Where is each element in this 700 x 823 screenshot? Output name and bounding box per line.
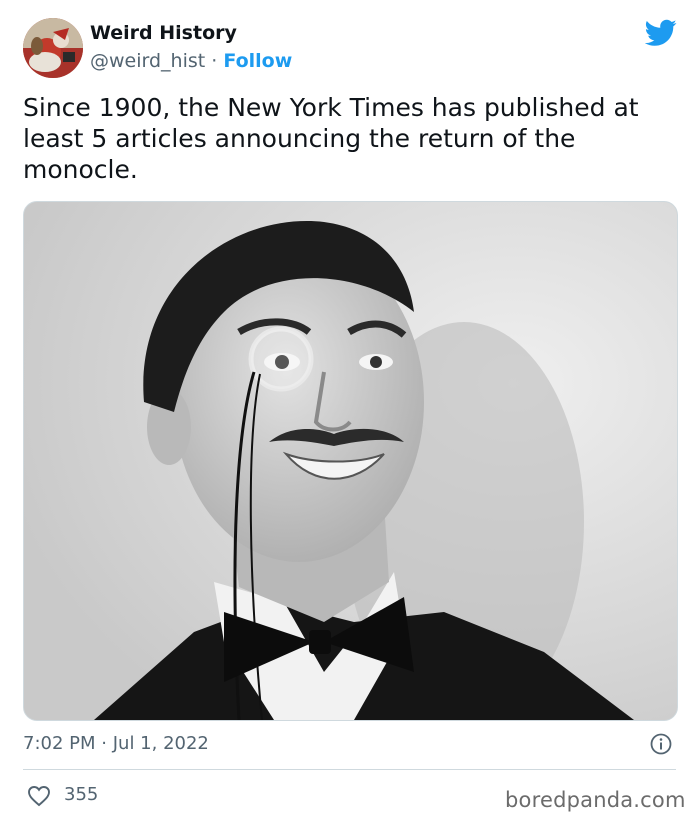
tweet-card: Weird History @weird_hist · Follow Since… [0,0,700,823]
timestamp-separator: · [101,733,107,754]
avatar-santa-icon [23,18,83,78]
divider [23,769,676,770]
info-icon[interactable] [650,733,672,755]
author-handle[interactable]: @weird_hist [90,50,205,72]
heart-icon[interactable] [27,785,51,807]
tweet-date: Jul 1, 2022 [112,733,209,754]
author-name[interactable]: Weird History [90,22,237,44]
tweet-time: 7:02 PM [23,733,96,754]
twitter-bird-icon[interactable] [645,19,677,47]
tweet-timestamp[interactable]: 7:02 PM · Jul 1, 2022 [23,733,209,754]
author-handle-line: @weird_hist · Follow [90,50,292,72]
handle-separator: · [211,50,218,72]
watermark: boredpanda.com [505,788,686,812]
tweet-photo[interactable] [23,201,678,721]
follow-button[interactable]: Follow [223,50,292,72]
monocle-man-photo [24,202,677,720]
like-count[interactable]: 355 [64,784,98,805]
avatar[interactable] [23,18,83,78]
tweet-text: Since 1900, the New York Times has publi… [23,93,639,184]
